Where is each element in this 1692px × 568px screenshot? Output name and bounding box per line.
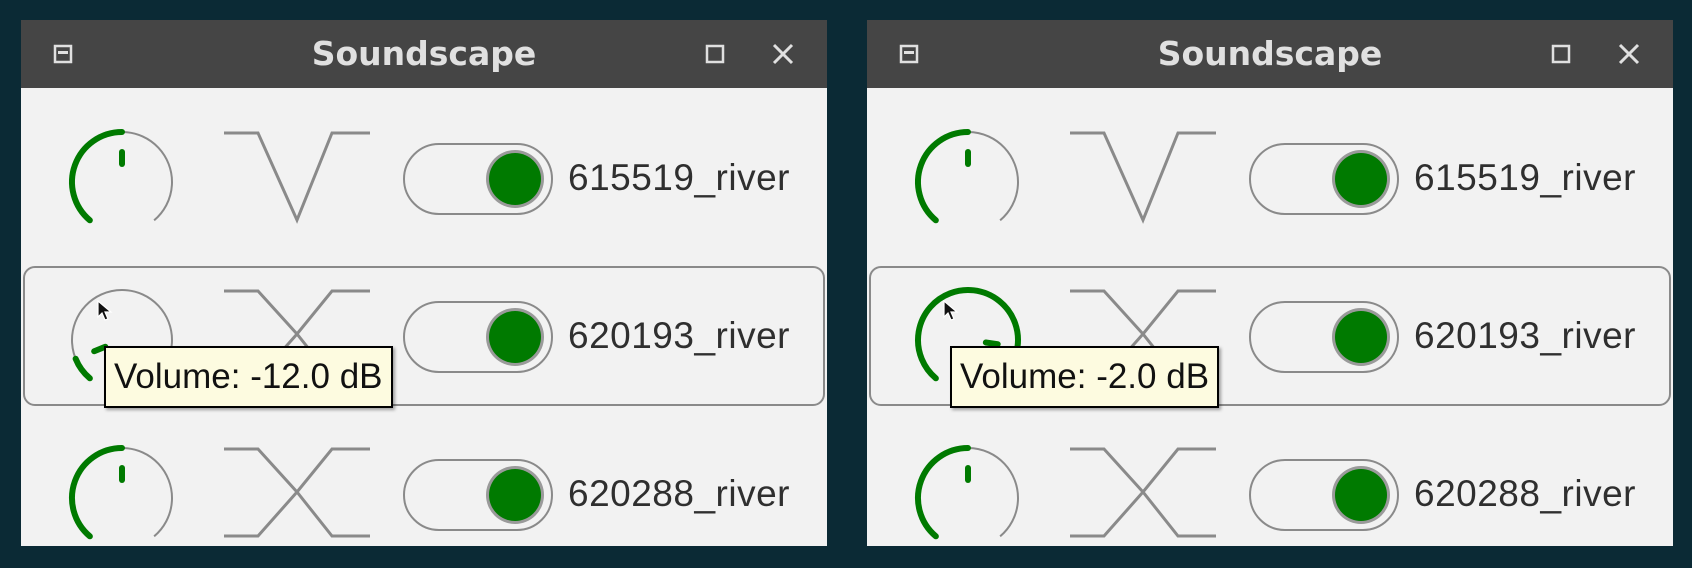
toggle-thumb xyxy=(489,469,541,521)
toggle-thumb xyxy=(489,311,541,363)
curve-line xyxy=(1070,447,1216,538)
sound-name: 620288_river xyxy=(1414,473,1636,514)
toggle-thumb xyxy=(489,153,541,205)
enable-toggle[interactable] xyxy=(403,459,553,531)
enable-toggle[interactable] xyxy=(403,301,553,373)
fade-curve-v-icon[interactable] xyxy=(1047,124,1217,230)
maximize-icon[interactable] xyxy=(1541,34,1581,74)
volume-knob[interactable] xyxy=(46,438,176,548)
sound-row: 615519_river xyxy=(867,108,1673,248)
sound-name: 620193_river xyxy=(568,315,790,356)
volume-tooltip: Volume: -12.0 dB xyxy=(104,346,393,408)
enable-toggle[interactable] xyxy=(1249,301,1399,373)
sound-row: 620288_river xyxy=(867,424,1673,564)
soundscape-window-right: Soundscape 615519_river 620193_river 620… xyxy=(867,20,1673,546)
curve-line xyxy=(1070,131,1216,224)
sound-name: 620288_river xyxy=(568,473,790,514)
fade-curve-v-icon[interactable] xyxy=(201,124,371,230)
enable-toggle[interactable] xyxy=(1249,143,1399,215)
close-icon[interactable] xyxy=(763,34,803,74)
knob-level-arc xyxy=(69,129,125,224)
sound-name: 615519_river xyxy=(568,157,790,198)
enable-toggle[interactable] xyxy=(1249,459,1399,531)
window-titlebar[interactable]: Soundscape xyxy=(867,20,1673,88)
toggle-thumb xyxy=(1335,469,1387,521)
maximize-icon[interactable] xyxy=(695,34,735,74)
enable-toggle[interactable] xyxy=(403,143,553,215)
knob-level-arc xyxy=(72,355,93,382)
volume-tooltip: Volume: -2.0 dB xyxy=(950,346,1220,408)
volume-knob[interactable] xyxy=(46,122,176,232)
mouse-cursor-icon xyxy=(97,300,113,321)
knob-level-arc xyxy=(69,445,125,540)
toggle-thumb xyxy=(1335,153,1387,205)
fade-curve-x-icon[interactable] xyxy=(201,440,371,546)
close-icon[interactable] xyxy=(1609,34,1649,74)
volume-knob[interactable] xyxy=(892,122,1022,232)
curve-line xyxy=(224,447,370,538)
fade-curve-x-icon[interactable] xyxy=(1047,440,1217,546)
volume-knob[interactable] xyxy=(892,438,1022,548)
toggle-thumb xyxy=(1335,311,1387,363)
soundscape-window-left: Soundscape 615519_river 620193_river 620… xyxy=(21,20,827,546)
sound-name: 620193_river xyxy=(1414,315,1636,356)
knob-level-arc xyxy=(915,129,971,224)
sound-name: 615519_river xyxy=(1414,157,1636,198)
window-titlebar[interactable]: Soundscape xyxy=(21,20,827,88)
curve-line xyxy=(224,131,370,224)
sound-row: 620288_river xyxy=(21,424,827,564)
sound-row: 615519_river xyxy=(21,108,827,248)
knob-level-arc xyxy=(915,445,971,540)
knob-pointer xyxy=(982,339,1001,348)
mouse-cursor-icon xyxy=(943,300,959,321)
